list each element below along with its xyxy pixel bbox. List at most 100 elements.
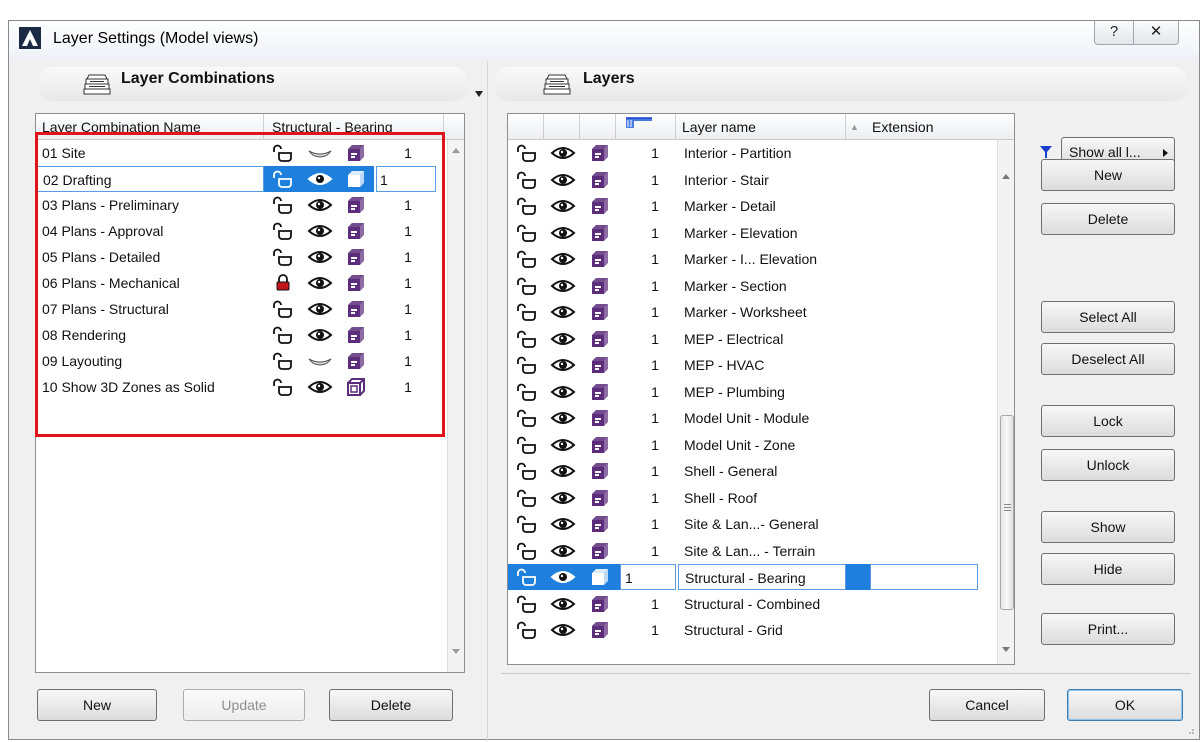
- icon-cell[interactable]: [584, 167, 614, 193]
- column-header-layer-name[interactable]: Layer name ▲: [676, 114, 859, 140]
- solid-box-icon[interactable]: [589, 514, 609, 534]
- lock-open-icon[interactable]: [516, 250, 538, 268]
- scroll-down-icon[interactable]: [1002, 647, 1010, 652]
- icon-cell[interactable]: [584, 220, 614, 246]
- lock-button[interactable]: Lock: [1041, 405, 1175, 437]
- solid-box-icon[interactable]: [589, 276, 609, 296]
- eye-open-icon[interactable]: [550, 144, 576, 162]
- layer-new-button[interactable]: New: [1041, 159, 1175, 191]
- layer-row[interactable]: 1 Structural - Bearing: [508, 564, 998, 590]
- icon-cell[interactable]: [512, 246, 542, 272]
- icon-cell[interactable]: [546, 511, 580, 537]
- icon-cell[interactable]: [546, 167, 580, 193]
- eye-open-icon[interactable]: [550, 197, 576, 215]
- icon-cell[interactable]: [584, 458, 614, 484]
- combination-delete-button[interactable]: Delete: [329, 689, 453, 721]
- lock-open-icon[interactable]: [516, 171, 538, 189]
- icon-cell[interactable]: [584, 405, 614, 431]
- solid-box-icon[interactable]: [589, 435, 609, 455]
- icon-cell[interactable]: [512, 538, 542, 564]
- scroll-thumb[interactable]: [1000, 415, 1014, 610]
- icon-cell[interactable]: [584, 432, 614, 458]
- icon-cell[interactable]: [512, 273, 542, 299]
- resize-grip-icon[interactable]: [1185, 725, 1195, 735]
- eye-open-icon[interactable]: [550, 568, 576, 586]
- icon-cell[interactable]: [584, 564, 614, 590]
- solid-box-icon[interactable]: [589, 382, 609, 402]
- combination-new-button[interactable]: New: [37, 689, 157, 721]
- solid-box-icon[interactable]: [589, 196, 609, 216]
- lock-open-icon[interactable]: [516, 383, 538, 401]
- icon-cell[interactable]: [512, 617, 542, 643]
- solid-box-icon[interactable]: [589, 143, 609, 163]
- eye-open-icon[interactable]: [550, 277, 576, 295]
- lock-open-icon[interactable]: [516, 330, 538, 348]
- close-button[interactable]: ✕: [1133, 21, 1179, 45]
- lock-open-icon[interactable]: [516, 489, 538, 507]
- lock-open-icon[interactable]: [516, 356, 538, 374]
- layer-pen-value[interactable]: 1: [620, 564, 676, 590]
- layer-row[interactable]: 1 Interior - Partition: [508, 140, 998, 166]
- solid-box-icon[interactable]: [589, 594, 609, 614]
- icon-cell[interactable]: [584, 538, 614, 564]
- eye-open-icon[interactable]: [550, 621, 576, 639]
- solid-box-icon[interactable]: [589, 461, 609, 481]
- scroll-up-icon[interactable]: [452, 148, 460, 153]
- panel-toggle-icon[interactable]: [475, 91, 483, 97]
- layer-row[interactable]: 1 Model Unit - Module: [508, 405, 998, 431]
- icon-cell[interactable]: [584, 140, 614, 166]
- column-header-show[interactable]: [544, 114, 580, 140]
- layer-row[interactable]: 1 Site & Lan... - Terrain: [508, 538, 998, 564]
- icon-cell[interactable]: [546, 326, 580, 352]
- layer-row[interactable]: 1 Shell - Roof: [508, 485, 998, 511]
- layer-extension-field[interactable]: [870, 564, 978, 590]
- layer-row[interactable]: 1 Marker - Detail: [508, 193, 998, 219]
- icon-cell[interactable]: [546, 379, 580, 405]
- icon-cell[interactable]: [512, 405, 542, 431]
- icon-cell[interactable]: [512, 432, 542, 458]
- icon-cell[interactable]: [584, 511, 614, 537]
- icon-cell[interactable]: [546, 140, 580, 166]
- cancel-button[interactable]: Cancel: [929, 689, 1045, 721]
- column-header-pen[interactable]: [616, 114, 676, 140]
- print-button[interactable]: Print...: [1041, 613, 1175, 645]
- column-header-mode[interactable]: [580, 114, 616, 140]
- lock-open-icon[interactable]: [516, 144, 538, 162]
- layer-row[interactable]: 1 Shell - General: [508, 458, 998, 484]
- layers-scrollbar[interactable]: [997, 140, 1014, 664]
- icon-cell[interactable]: [546, 193, 580, 219]
- solid-box-icon[interactable]: [589, 620, 609, 640]
- icon-cell[interactable]: [546, 220, 580, 246]
- icon-cell[interactable]: [512, 458, 542, 484]
- solid-box-icon[interactable]: [589, 223, 609, 243]
- icon-cell[interactable]: [546, 405, 580, 431]
- icon-cell[interactable]: [546, 591, 580, 617]
- icon-cell[interactable]: [546, 617, 580, 643]
- icon-cell[interactable]: [546, 564, 580, 590]
- eye-open-icon[interactable]: [550, 171, 576, 189]
- solid-box-icon[interactable]: [589, 488, 609, 508]
- eye-open-icon[interactable]: [550, 462, 576, 480]
- lock-open-icon[interactable]: [516, 303, 538, 321]
- lock-open-icon[interactable]: [516, 462, 538, 480]
- show-button[interactable]: Show: [1041, 511, 1175, 543]
- layers-list[interactable]: Layer name ▲ Extension 1 Interior - Parti…: [507, 113, 1015, 665]
- eye-open-icon[interactable]: [550, 489, 576, 507]
- eye-open-icon[interactable]: [550, 409, 576, 427]
- icon-cell[interactable]: [546, 538, 580, 564]
- solid-box-icon[interactable]: [589, 329, 609, 349]
- icon-cell[interactable]: [512, 326, 542, 352]
- lock-open-icon[interactable]: [516, 277, 538, 295]
- eye-open-icon[interactable]: [550, 542, 576, 560]
- icon-cell[interactable]: [584, 193, 614, 219]
- lock-open-icon[interactable]: [516, 568, 538, 586]
- solid-box-icon[interactable]: [589, 408, 609, 428]
- lock-open-icon[interactable]: [516, 197, 538, 215]
- icon-cell[interactable]: [584, 379, 614, 405]
- layer-row[interactable]: 1 MEP - HVAC: [508, 352, 998, 378]
- layer-row[interactable]: 1 Site & Lan...- General: [508, 511, 998, 537]
- icon-cell[interactable]: [512, 220, 542, 246]
- lock-open-icon[interactable]: [516, 436, 538, 454]
- icon-cell[interactable]: [512, 140, 542, 166]
- icon-cell[interactable]: [584, 485, 614, 511]
